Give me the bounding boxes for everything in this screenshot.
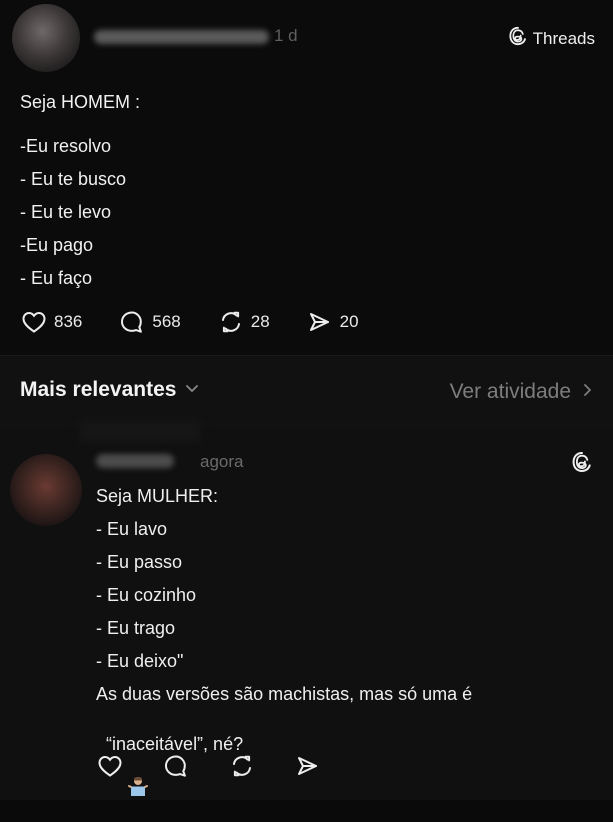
view-activity-link[interactable]: Ver atividade <box>450 380 595 404</box>
heart-icon[interactable] <box>96 752 124 780</box>
sort-bar: Mais relevantes Ver atividade <box>0 355 613 429</box>
repost-icon[interactable] <box>228 752 256 780</box>
threads-icon <box>571 451 593 478</box>
comment-header-redaction <box>80 420 200 442</box>
heart-icon <box>20 308 48 336</box>
threads-brand: Threads <box>508 26 595 51</box>
view-activity-label: Ver atividade <box>449 380 571 403</box>
sort-label: Mais relevantes <box>20 378 177 401</box>
comment-actions <box>96 752 322 780</box>
chevron-right-icon <box>579 380 595 404</box>
send-icon[interactable] <box>294 752 322 780</box>
threads-label: Threads <box>532 28 595 48</box>
comment-time: agora <box>200 452 244 471</box>
like-count: 836 <box>54 312 83 331</box>
post-line-2: -Eu resolvo <box>20 136 112 156</box>
post-line-3: - Eu te busco <box>20 169 127 189</box>
chevron-down-icon <box>184 378 200 402</box>
comment-line-4: - Eu cozinho <box>96 585 197 605</box>
share-action[interactable]: 20 <box>306 308 359 336</box>
post-line-1: Seja HOMEM : <box>20 92 141 112</box>
reply-action[interactable]: 568 <box>118 308 181 336</box>
post-line-5: -Eu pago <box>20 235 94 255</box>
reply-count: 568 <box>152 312 181 331</box>
comment-line-5: - Eu trago <box>96 618 176 638</box>
commenter-avatar[interactable] <box>10 454 82 526</box>
sort-dropdown[interactable]: Mais relevantes <box>20 378 200 402</box>
comment-icon[interactable] <box>162 752 190 780</box>
author-username[interactable] <box>94 30 269 44</box>
comment-line-8-text: “inaceitável”, né? <box>106 734 244 754</box>
comment-line-6: - Eu deixo" <box>96 651 184 671</box>
like-action[interactable]: 836 <box>20 308 82 336</box>
main-post: 1 d Threads Seja HOMEM : -Eu resolvo - E… <box>0 0 613 355</box>
commenter-username[interactable] <box>96 454 174 468</box>
author-avatar[interactable] <box>12 4 80 72</box>
comment-line-2: - Eu lavo <box>96 519 168 539</box>
comment <box>0 428 613 800</box>
comment-threads-icon[interactable] <box>571 451 593 478</box>
post-actions: 836 568 28 20 <box>20 308 395 336</box>
send-icon <box>306 308 334 336</box>
comment-line-3: - Eu passo <box>96 552 183 572</box>
post-time: 1 d <box>274 26 298 45</box>
comment-line-1: Seja MULHER: <box>96 486 219 506</box>
post-line-6: - Eu faço <box>20 268 93 288</box>
threads-icon <box>508 26 528 51</box>
repost-action[interactable]: 28 <box>217 308 270 336</box>
comment-line-7: As duas versões são machistas, mas só um… <box>96 684 473 704</box>
share-count: 20 <box>339 312 359 331</box>
repost-icon <box>217 308 245 336</box>
comment-icon <box>118 308 146 336</box>
repost-count: 28 <box>250 312 270 331</box>
post-line-4: - Eu te levo <box>20 202 112 222</box>
